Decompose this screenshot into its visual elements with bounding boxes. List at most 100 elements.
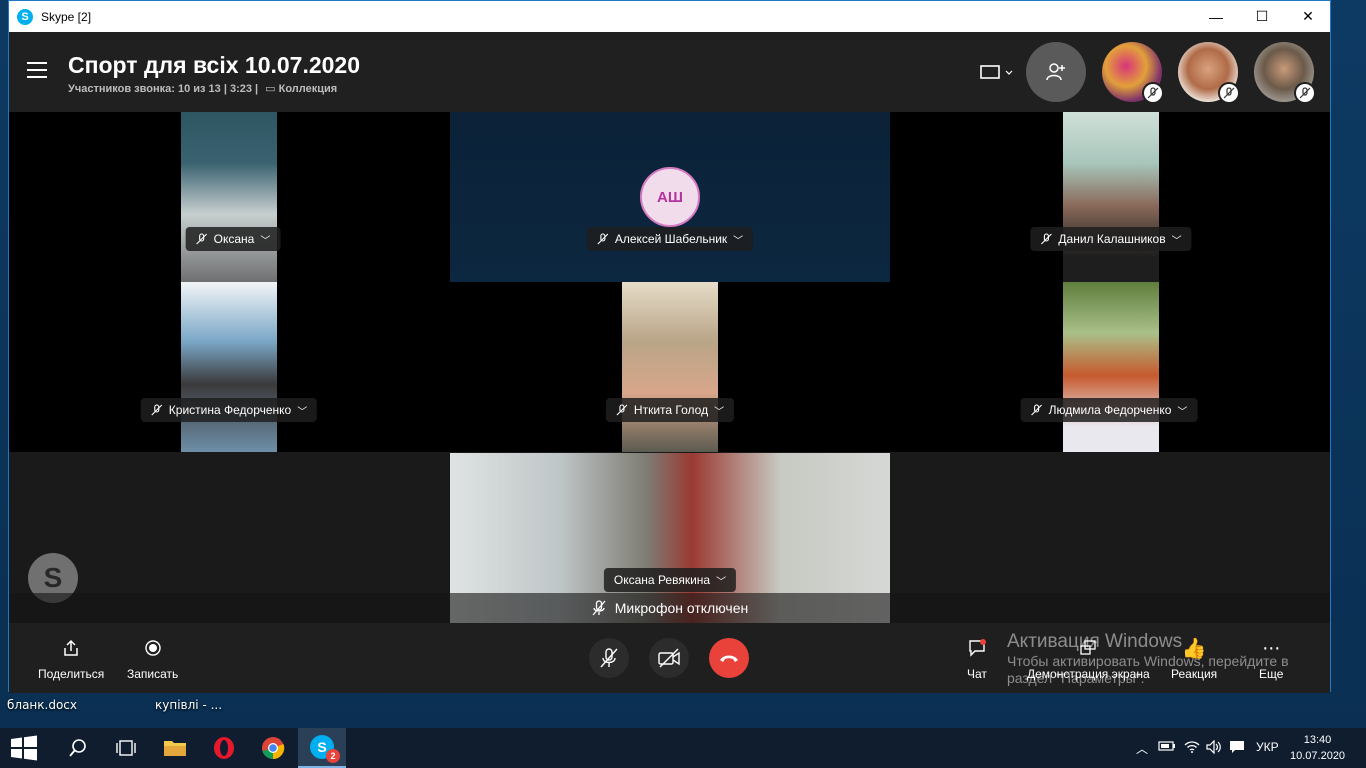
gallery-icon: ▭: [265, 83, 276, 95]
chat-label: Чат: [967, 667, 987, 681]
thumbs-up-icon: 👍: [1181, 637, 1207, 660]
participant-avatar[interactable]: [1102, 42, 1164, 104]
participant-name: Людмила Федорченко: [1048, 403, 1172, 417]
more-icon: ⋯: [1262, 637, 1281, 658]
screen-share-button[interactable]: Демонстрация экрана: [1027, 637, 1150, 681]
chrome-button[interactable]: [249, 728, 297, 768]
hang-up-icon: [720, 655, 738, 662]
video-tile[interactable]: [181, 112, 277, 282]
notifications-icon[interactable]: [1229, 740, 1245, 757]
mic-muted-icon: [1294, 82, 1316, 104]
video-tile[interactable]: [622, 282, 718, 452]
call-controls: Поделиться Записать Чат Активация Window…: [9, 623, 1330, 693]
search-button[interactable]: [54, 728, 102, 768]
participant-name: Данил Калашников: [1058, 232, 1166, 246]
chevron-down-icon: ﹀: [716, 576, 727, 588]
file-explorer-button[interactable]: [151, 728, 199, 768]
close-button[interactable]: ✕: [1285, 1, 1331, 32]
title-bar: S Skype [2] — ☐ ✕: [9, 1, 1330, 32]
participant-name: Оксана: [213, 232, 255, 246]
participant-name-pill[interactable]: Оксана Ревякина ﹀: [603, 568, 737, 592]
participant-name: Нткита Голод: [633, 403, 709, 417]
end-call-button[interactable]: [709, 638, 749, 678]
video-stage: АШ Оксана ﹀ Алексей Шабельник ﹀ Данил Ка…: [9, 112, 1330, 623]
microphone-toggle-button[interactable]: [589, 638, 629, 678]
call-subtitle: Участников звонка: 10 из 13 | 3:23 | ▭ К…: [68, 82, 337, 95]
add-participant-button[interactable]: [1026, 42, 1086, 102]
screen-share-icon: [1080, 640, 1096, 655]
participant-name-pill[interactable]: Алексей Шабельник ﹀: [586, 227, 754, 251]
skype-taskbar-button[interactable]: S 2: [298, 728, 346, 768]
record-button[interactable]: Записать: [127, 637, 178, 681]
opera-button[interactable]: [200, 728, 248, 768]
participant-avatar[interactable]: [1254, 42, 1316, 104]
screen-share-label: Демонстрация экрана: [1027, 667, 1150, 681]
task-view-button[interactable]: [102, 728, 150, 768]
folder-icon: [164, 741, 186, 756]
chevron-down-icon: ﹀: [733, 235, 744, 247]
mic-muted-icon: [616, 404, 628, 416]
chevron-down-icon: ﹀: [260, 235, 271, 247]
layout-icon: [980, 65, 1013, 79]
video-tile[interactable]: [181, 282, 277, 452]
chevron-down-icon: ﹀: [1171, 235, 1182, 247]
mic-muted-icon: [592, 600, 606, 616]
start-button[interactable]: [0, 728, 48, 768]
participant-name-pill[interactable]: Данил Калашников ﹀: [1030, 227, 1192, 251]
participant-name: Оксана Ревякина: [613, 573, 711, 587]
notification-badge: 2: [326, 749, 340, 763]
participant-name: Алексей Шабельник: [614, 232, 728, 246]
call-participants-count: Участников звонка: 10 из 13 | 3:23 |: [68, 83, 259, 95]
participant-name-pill[interactable]: Оксана ﹀: [185, 227, 281, 251]
call-header: Спорт для всіх 10.07.2020 Участников зво…: [9, 32, 1330, 112]
reaction-button[interactable]: 👍 Реакция: [1171, 637, 1218, 682]
participant-name-pill[interactable]: Людмила Федорченко ﹀: [1020, 398, 1198, 422]
maximize-button[interactable]: ☐: [1239, 1, 1285, 32]
volume-icon[interactable]: [1206, 739, 1222, 757]
participant-avatar[interactable]: [1178, 42, 1240, 104]
video-tile[interactable]: [1063, 282, 1159, 452]
opera-icon: [214, 737, 234, 759]
search-icon: [69, 739, 86, 757]
chat-icon: [969, 639, 986, 657]
clock[interactable]: 13:40 10.07.2020: [1290, 732, 1345, 764]
call-title: Спорт для всіх 10.07.2020: [68, 52, 361, 78]
camera-toggle-button[interactable]: [649, 638, 689, 678]
mic-muted-icon: [151, 404, 163, 416]
chevron-down-icon: ﹀: [1177, 406, 1188, 418]
participant-name: Кристина Федорченко: [168, 403, 292, 417]
clock-date: 10.07.2020: [1290, 750, 1346, 762]
show-hidden-icons-button[interactable]: ︿: [1136, 740, 1148, 757]
add-person-icon: [1046, 63, 1065, 81]
menu-icon[interactable]: [27, 62, 47, 80]
skype-window: S Skype [2] — ☐ ✕ Спорт для всіх 10.07.2…: [8, 0, 1331, 693]
mic-muted-icon: [1218, 82, 1240, 104]
layout-button[interactable]: [979, 62, 1015, 82]
video-tile[interactable]: [1063, 112, 1159, 282]
video-tile[interactable]: АШ: [450, 112, 890, 282]
minimize-button[interactable]: —: [1193, 1, 1239, 32]
desktop-icon-label[interactable]: бланк.docx: [7, 698, 77, 712]
chrome-icon: [262, 737, 285, 760]
task-view-icon: [116, 740, 136, 756]
mic-muted-icon: [597, 233, 609, 245]
participant-name-pill[interactable]: Нткита Голод ﹀: [605, 398, 735, 422]
share-button[interactable]: Поделиться: [38, 637, 104, 681]
wifi-icon[interactable]: [1184, 740, 1200, 757]
input-language[interactable]: УКР: [1256, 740, 1279, 754]
more-button[interactable]: ⋯ Еще: [1259, 637, 1283, 682]
window-title: Skype [2]: [41, 9, 92, 24]
taskbar: S 2 ︿ УКР 13:40 10.07.2020: [0, 728, 1366, 768]
share-icon: [64, 639, 78, 656]
record-label: Записать: [127, 667, 179, 681]
mic-muted-icon: [196, 233, 208, 245]
battery-icon[interactable]: [1158, 740, 1176, 755]
desktop-icon-label[interactable]: купівлі - ...: [155, 698, 222, 712]
mic-muted-icon: [1031, 404, 1042, 416]
share-label: Поделиться: [38, 667, 105, 681]
record-icon: [144, 640, 161, 656]
chat-button[interactable]: Чат: [967, 637, 987, 681]
participant-name-pill[interactable]: Кристина Федорченко ﹀: [140, 398, 318, 422]
collection-link[interactable]: Коллекция: [279, 83, 338, 95]
reaction-label: Реакция: [1171, 667, 1218, 681]
